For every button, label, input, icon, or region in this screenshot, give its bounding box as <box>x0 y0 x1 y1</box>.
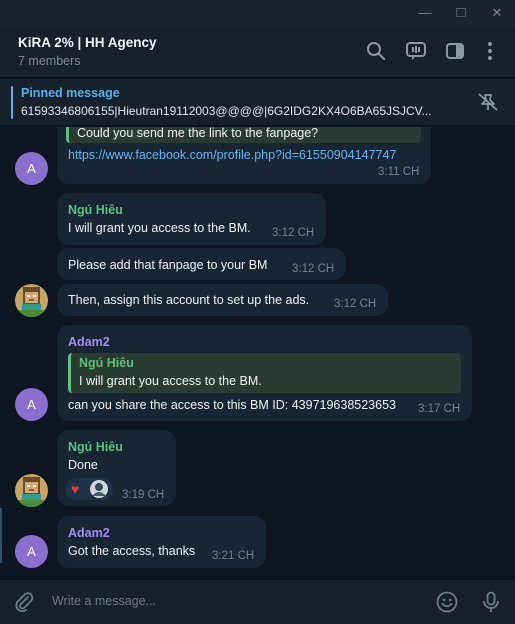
message-text: can you share the access to this BM ID: … <box>68 398 396 412</box>
avatar[interactable] <box>15 474 48 507</box>
message-time: 3:12 CH <box>292 263 335 275</box>
message-bubble[interactable]: Ngú Hiêu I will grant you access to the … <box>57 193 326 245</box>
avatar[interactable] <box>15 284 48 317</box>
window-title-bar: — □ ✕ <box>0 0 515 26</box>
sender-name[interactable]: Adam2 <box>68 526 110 540</box>
attach-icon[interactable] <box>12 590 36 614</box>
unread-marker <box>0 508 2 563</box>
sender-name[interactable]: Ngú Hiêu <box>68 203 123 217</box>
chat-title[interactable]: KiRA 2% | HH Agency <box>18 35 157 50</box>
message-bubble[interactable]: Adam2 Ngú Hiêu I will grant you access t… <box>57 325 472 421</box>
reply-quote[interactable]: Ngú Hiêu I will grant you access to the … <box>68 353 461 393</box>
pinned-message-bar[interactable]: Pinned message 61593346806155|Hieutran19… <box>0 79 515 126</box>
more-menu-icon[interactable] <box>479 40 501 62</box>
sidebar-toggle-icon[interactable] <box>444 40 466 62</box>
message-bubble[interactable]: Could you send me the link to the fanpag… <box>57 127 431 184</box>
sender-name[interactable]: Adam2 <box>68 335 110 349</box>
emoji-icon[interactable] <box>435 590 459 614</box>
search-icon[interactable] <box>365 40 387 62</box>
sender-name[interactable]: Ngú Hiêu <box>68 440 123 454</box>
maximize-button[interactable]: □ <box>447 3 475 23</box>
reaction-badge[interactable]: ♥ <box>65 478 113 500</box>
member-count: 7 members <box>18 54 81 68</box>
message-text: Then, assign this account to set up the … <box>68 293 310 307</box>
quote-sender: Ngú Hiêu <box>79 356 134 370</box>
pinned-text[interactable]: 61593346806155|Hieutran19112003@@@@|6G2I… <box>21 104 451 118</box>
message-link[interactable]: https://www.facebook.com/profile.php?id=… <box>68 148 396 162</box>
avatar[interactable]: A <box>15 388 48 421</box>
chat-header[interactable]: KiRA 2% | HH Agency 7 members <box>0 26 515 78</box>
message-bubble[interactable]: Then, assign this account to set up the … <box>57 284 388 316</box>
message-time: 3:21 CH <box>212 550 255 562</box>
minimize-button[interactable]: — <box>411 3 439 23</box>
message-text: Done <box>68 458 98 472</box>
avatar[interactable]: A <box>15 535 48 568</box>
message-time: 3:12 CH <box>272 227 315 239</box>
quote-text: Could you send me the link to the fanpag… <box>77 127 319 140</box>
heart-icon: ♥ <box>71 481 80 497</box>
message-bubble[interactable]: Please add that fanpage to your BM 3:12 … <box>57 248 346 280</box>
avatar[interactable]: A <box>15 152 48 185</box>
message-text: Got the access, thanks <box>68 544 196 558</box>
microphone-icon[interactable] <box>479 590 503 614</box>
message-time: 3:12 CH <box>334 298 377 310</box>
message-list[interactable]: Could you send me the link to the fanpag… <box>0 127 515 579</box>
pinned-accent-bar <box>11 86 13 119</box>
message-composer[interactable]: Write a message... <box>0 579 515 624</box>
message-bubble[interactable]: Adam2 Got the access, thanks 3:21 CH <box>57 516 266 568</box>
close-button[interactable]: ✕ <box>483 3 511 23</box>
message-text: I will grant you access to the BM. <box>68 221 251 235</box>
message-time: 3:19 CH <box>122 489 165 501</box>
pinned-title: Pinned message <box>21 86 120 100</box>
message-text: Please add that fanpage to your BM <box>68 258 268 272</box>
unpin-icon[interactable] <box>476 91 500 113</box>
message-time: 3:11 CH <box>378 166 420 178</box>
reply-quote[interactable]: Could you send me the link to the fanpag… <box>66 127 421 143</box>
quote-text: I will grant you access to the BM. <box>79 374 262 388</box>
video-chat-icon[interactable] <box>405 40 427 62</box>
message-input[interactable]: Write a message... <box>52 594 156 608</box>
reactor-avatar-icon <box>90 480 108 498</box>
message-time: 3:17 CH <box>418 403 461 415</box>
message-bubble[interactable]: Ngú Hiêu Done ♥ 3:19 CH <box>57 430 176 506</box>
